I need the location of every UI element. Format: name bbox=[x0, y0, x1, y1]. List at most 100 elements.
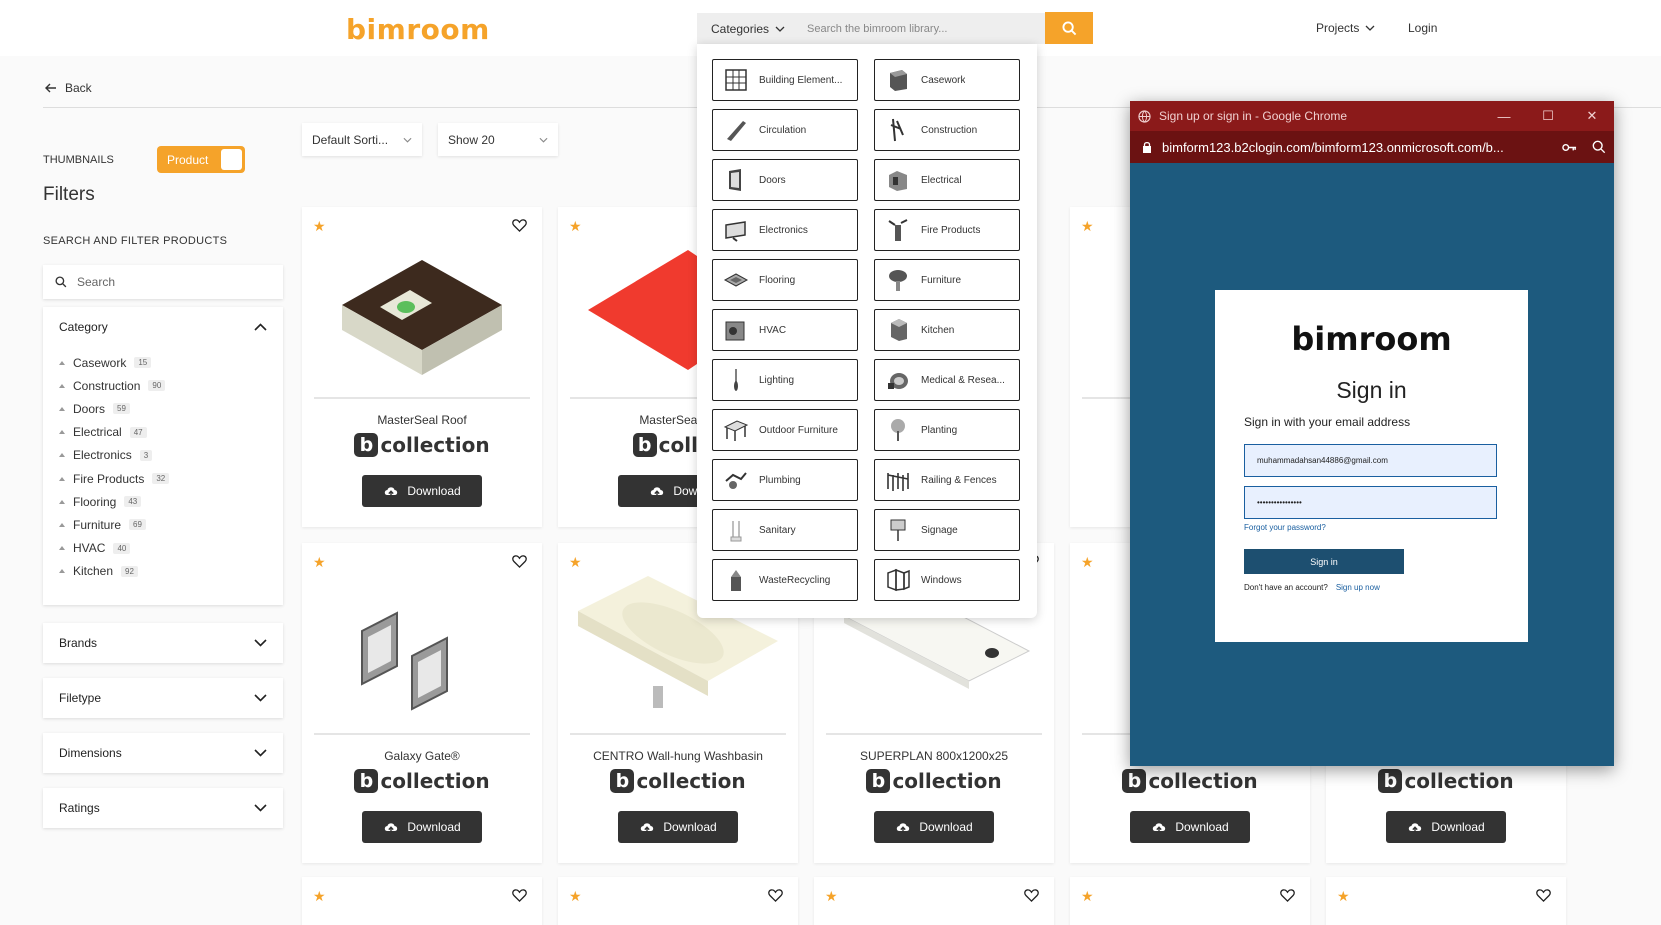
category-filter-label: Casework bbox=[73, 355, 127, 370]
dropdown-category-item[interactable]: Flooring bbox=[712, 259, 858, 301]
category-filter-item[interactable]: Construction 90 bbox=[59, 374, 267, 397]
category-icon bbox=[885, 417, 911, 443]
password-field[interactable]: •••••••••••••••• bbox=[1244, 486, 1497, 519]
dropdown-category-item[interactable]: Sanitary bbox=[712, 509, 858, 551]
zoom-icon[interactable] bbox=[1592, 140, 1606, 154]
category-icon bbox=[723, 267, 749, 293]
dropdown-category-item[interactable]: Electrical bbox=[874, 159, 1020, 201]
dropdown-category-item[interactable]: Electronics bbox=[712, 209, 858, 251]
projects-menu[interactable]: Projects bbox=[1316, 21, 1375, 35]
heart-icon[interactable] bbox=[768, 889, 783, 902]
category-filter-item[interactable]: Fire Products 32 bbox=[59, 467, 267, 490]
product-card[interactable]: ★ MasterSeal Roof b collection Download bbox=[302, 207, 542, 527]
product-card[interactable]: ★ bbox=[1326, 877, 1566, 925]
download-button[interactable]: Download bbox=[874, 811, 994, 843]
category-filter-item[interactable]: Furniture 69 bbox=[59, 513, 267, 536]
categories-label: Categories bbox=[711, 21, 770, 36]
dropdown-category-item[interactable]: Planting bbox=[874, 409, 1020, 451]
key-icon[interactable] bbox=[1562, 143, 1577, 152]
bimroom-logo[interactable]: bimroom bbox=[346, 13, 490, 46]
product-card[interactable]: ★ bbox=[1070, 877, 1310, 925]
signin-card: bimroom Sign in Sign in with your email … bbox=[1215, 290, 1528, 642]
dropdown-category-item[interactable]: Building Element... bbox=[712, 59, 858, 101]
filetype-panel[interactable]: Filetype bbox=[43, 678, 283, 718]
caret-icon bbox=[59, 499, 65, 504]
product-name[interactable]: Galaxy Gate® bbox=[302, 749, 542, 763]
close-button[interactable]: ✕ bbox=[1570, 101, 1614, 131]
heart-icon[interactable] bbox=[1280, 889, 1295, 902]
dropdown-category-label: Casework bbox=[921, 74, 966, 86]
product-name[interactable]: MasterSeal Roof bbox=[302, 413, 542, 427]
heart-icon[interactable] bbox=[512, 555, 527, 568]
ratings-panel[interactable]: Ratings bbox=[43, 788, 283, 828]
dropdown-category-item[interactable]: Lighting bbox=[712, 359, 858, 401]
download-label: Download bbox=[407, 484, 461, 498]
product-card[interactable]: ★ bbox=[558, 877, 798, 925]
category-filter-item[interactable]: Casework 15 bbox=[59, 351, 267, 374]
heart-icon[interactable] bbox=[1536, 889, 1551, 902]
dropdown-category-item[interactable]: Casework bbox=[874, 59, 1020, 101]
category-filter-item[interactable]: Electrical 47 bbox=[59, 421, 267, 444]
chevron-down-icon bbox=[254, 639, 267, 647]
signin-button[interactable]: Sign in bbox=[1244, 549, 1404, 574]
download-button[interactable]: Download bbox=[362, 475, 482, 507]
chevron-down-icon bbox=[254, 804, 267, 812]
collection-logo: b collection bbox=[302, 433, 542, 457]
dropdown-category-item[interactable]: HVAC bbox=[712, 309, 858, 351]
categories-dropdown-button[interactable]: Categories bbox=[697, 13, 799, 44]
dropdown-category-item[interactable]: Doors bbox=[712, 159, 858, 201]
dropdown-category-item[interactable]: Kitchen bbox=[874, 309, 1020, 351]
sort-select[interactable]: Default Sorti... bbox=[302, 123, 422, 156]
caret-icon bbox=[59, 569, 65, 574]
dropdown-category-item[interactable]: Outdoor Furniture bbox=[712, 409, 858, 451]
dropdown-category-item[interactable]: Circulation bbox=[712, 109, 858, 151]
dropdown-category-item[interactable]: Furniture bbox=[874, 259, 1020, 301]
dropdown-category-item[interactable]: Plumbing bbox=[712, 459, 858, 501]
product-image[interactable] bbox=[322, 235, 522, 390]
search-button[interactable] bbox=[1045, 12, 1093, 44]
product-image[interactable] bbox=[322, 571, 522, 726]
download-label: Download bbox=[407, 820, 461, 834]
download-button[interactable]: Download bbox=[1386, 811, 1506, 843]
search-input[interactable]: Search the bimroom library... bbox=[807, 23, 947, 35]
dropdown-category-item[interactable]: Medical & Resea... bbox=[874, 359, 1020, 401]
download-button[interactable]: Download bbox=[1130, 811, 1250, 843]
back-link[interactable]: Back bbox=[45, 81, 92, 95]
dropdown-category-item[interactable]: Fire Products bbox=[874, 209, 1020, 251]
download-button[interactable]: Download bbox=[362, 811, 482, 843]
category-filter-item[interactable]: HVAC 40 bbox=[59, 537, 267, 560]
heart-icon[interactable] bbox=[512, 889, 527, 902]
dimensions-panel[interactable]: Dimensions bbox=[43, 733, 283, 773]
dropdown-category-item[interactable]: Railing & Fences bbox=[874, 459, 1020, 501]
email-field[interactable]: muhammadahsan44886@gmail.com bbox=[1244, 444, 1497, 477]
brands-panel[interactable]: Brands bbox=[43, 623, 283, 663]
maximize-button[interactable]: ☐ bbox=[1526, 101, 1570, 131]
category-panel-header[interactable]: Category bbox=[43, 307, 283, 347]
view-toggle[interactable]: Product bbox=[157, 146, 245, 173]
download-button[interactable]: Download bbox=[618, 811, 738, 843]
forgot-password-link[interactable]: Forgot your password? bbox=[1244, 523, 1326, 532]
heart-icon[interactable] bbox=[1024, 889, 1039, 902]
dropdown-category-item[interactable]: Signage bbox=[874, 509, 1020, 551]
category-filter-item[interactable]: Doors 59 bbox=[59, 397, 267, 420]
dropdown-category-item[interactable]: WasteRecycling bbox=[712, 559, 858, 601]
product-card[interactable]: ★ bbox=[814, 877, 1054, 925]
filter-search-input[interactable]: Search bbox=[43, 265, 283, 299]
arrow-left-icon bbox=[45, 83, 56, 93]
minimize-button[interactable]: — bbox=[1482, 101, 1526, 131]
signup-link[interactable]: Sign up now bbox=[1336, 583, 1380, 592]
product-name[interactable]: CENTRO Wall-hung Washbasin bbox=[558, 749, 798, 763]
product-card[interactable]: ★ bbox=[302, 877, 542, 925]
category-filter-item[interactable]: Flooring 43 bbox=[59, 490, 267, 513]
dropdown-category-item[interactable]: Construction bbox=[874, 109, 1020, 151]
product-name[interactable]: SUPERPLAN 800x1200x25 bbox=[814, 749, 1054, 763]
product-card[interactable]: ★ Galaxy Gate® b collection Download bbox=[302, 543, 542, 863]
popup-url[interactable]: bimform123.b2clogin.com/bimform123.onmic… bbox=[1162, 140, 1504, 155]
page-size-select[interactable]: Show 20 bbox=[438, 123, 558, 156]
category-filter-item[interactable]: Electronics 3 bbox=[59, 444, 267, 467]
heart-icon[interactable] bbox=[512, 219, 527, 232]
category-filter-item[interactable]: Kitchen 92 bbox=[59, 560, 267, 583]
login-link[interactable]: Login bbox=[1408, 21, 1437, 35]
category-icon bbox=[885, 367, 911, 393]
dropdown-category-item[interactable]: Windows bbox=[874, 559, 1020, 601]
